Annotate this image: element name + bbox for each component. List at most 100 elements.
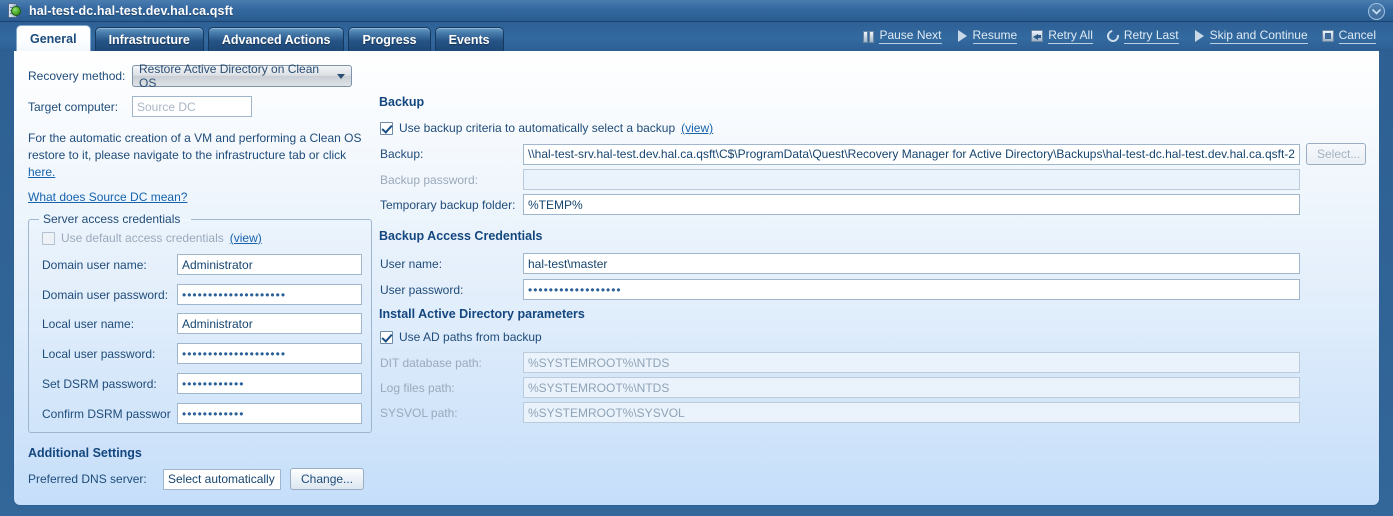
- play-icon: [1193, 30, 1205, 42]
- tab-events[interactable]: Events: [434, 27, 504, 52]
- temporary-backup-folder-row: Temporary backup folder:: [380, 194, 1300, 215]
- chevron-down-icon[interactable]: [1368, 3, 1385, 20]
- tab-list: General Infrastructure Advanced Actions …: [0, 22, 508, 52]
- skip-and-continue-label: Skip and Continue: [1209, 28, 1308, 44]
- pause-icon: [862, 30, 875, 43]
- log-files-path-row: Log files path:: [380, 377, 1300, 398]
- vm-info-text: For the automatic creation of a VM and p…: [28, 130, 373, 181]
- source-dc-help-link[interactable]: What does Source DC mean?: [28, 190, 187, 204]
- install-ad-parameters-heading: Install Active Directory parameters: [379, 307, 585, 321]
- target-computer-input[interactable]: [132, 96, 252, 117]
- retry-last-button[interactable]: Retry Last: [1100, 26, 1186, 46]
- local-user-password-label: Local user password:: [42, 346, 156, 361]
- domain-user-password-row: Domain user password: ••••••••••••••••••…: [42, 284, 362, 305]
- title-bar: hal-test-dc.hal-test.dev.hal.ca.qsft: [0, 0, 1393, 22]
- window-title: hal-test-dc.hal-test.dev.hal.ca.qsft: [29, 3, 234, 18]
- retry-last-icon: [1104, 27, 1122, 45]
- here-link[interactable]: here.: [28, 165, 55, 179]
- application-window: hal-test-dc.hal-test.dev.hal.ca.qsft Gen…: [0, 0, 1393, 516]
- play-icon: [956, 30, 968, 42]
- backup-user-name-input[interactable]: [523, 253, 1300, 274]
- recovery-method-row: Recovery method: Restore Active Director…: [28, 62, 352, 90]
- domain-user-name-label: Domain user name:: [42, 257, 147, 272]
- stop-icon: [1321, 30, 1334, 42]
- pause-next-label: Pause Next: [879, 28, 942, 44]
- additional-settings-heading: Additional Settings: [28, 446, 142, 460]
- backup-criteria-label: Use backup criteria to automatically sel…: [399, 121, 676, 135]
- use-default-credentials-view-link[interactable]: (view): [230, 231, 262, 245]
- set-dsrm-password-input[interactable]: ••••••••••••: [177, 373, 362, 394]
- use-default-credentials-checkbox[interactable]: [42, 231, 55, 245]
- sysvol-path-row: SYSVOL path:: [380, 402, 1300, 423]
- backup-user-password-row: User password: ••••••••••••••••••: [380, 279, 1300, 300]
- backup-criteria-checkbox-row[interactable]: Use backup criteria to automatically sel…: [380, 121, 713, 135]
- cancel-label: Cancel: [1338, 28, 1376, 44]
- tab-general[interactable]: General: [16, 25, 91, 52]
- tab-progress[interactable]: Progress: [348, 27, 431, 52]
- local-user-password-row: Local user password: •••••••••••••••••••…: [42, 343, 362, 364]
- backup-password-input[interactable]: [523, 169, 1300, 190]
- recovery-method-value: Restore Active Directory on Clean OS: [139, 62, 320, 90]
- domain-user-password-input[interactable]: ••••••••••••••••••••: [177, 284, 362, 305]
- temporary-backup-folder-label: Temporary backup folder:: [380, 197, 516, 212]
- temporary-backup-folder-input[interactable]: [523, 194, 1300, 215]
- backup-user-password-label: User password:: [380, 282, 464, 297]
- tab-advanced-actions[interactable]: Advanced Actions: [207, 27, 345, 52]
- use-ad-paths-checkbox-row[interactable]: Use AD paths from backup: [380, 330, 542, 344]
- backup-access-credentials-heading: Backup Access Credentials: [379, 229, 543, 243]
- backup-user-name-label: User name:: [380, 256, 443, 271]
- resume-button[interactable]: Resume: [949, 26, 1025, 46]
- log-files-path-label: Log files path:: [380, 380, 455, 395]
- tab-infrastructure[interactable]: Infrastructure: [94, 27, 204, 52]
- backup-criteria-checkbox[interactable]: [380, 121, 393, 135]
- resume-label: Resume: [972, 28, 1018, 44]
- backup-heading: Backup: [379, 95, 425, 109]
- confirm-dsrm-password-input[interactable]: ••••••••••••: [177, 403, 362, 424]
- domain-user-name-row: Domain user name:: [42, 254, 362, 275]
- chevron-down-icon: [337, 73, 345, 79]
- dit-database-path-input[interactable]: [523, 352, 1300, 373]
- domain-user-password-label: Domain user password:: [42, 287, 169, 302]
- sysvol-path-label: SYSVOL path:: [380, 405, 458, 420]
- local-user-name-row: Local user name:: [42, 313, 362, 334]
- set-dsrm-password-label: Set DSRM password:: [42, 376, 157, 391]
- confirm-dsrm-password-row: Confirm DSRM passwor ••••••••••••: [42, 403, 362, 424]
- pause-next-button[interactable]: Pause Next: [855, 26, 948, 46]
- retry-all-button[interactable]: Retry All: [1024, 26, 1100, 46]
- backup-path-row: Backup: Select...: [380, 143, 1366, 165]
- server-access-credentials-group: Server access credentials Use default ac…: [28, 212, 372, 433]
- target-computer-row: Target computer:: [28, 96, 252, 117]
- local-user-password-input[interactable]: ••••••••••••••••••••: [177, 343, 362, 364]
- backup-label: Backup:: [380, 147, 424, 161]
- local-user-name-input[interactable]: [177, 313, 362, 334]
- recovery-method-dropdown[interactable]: Restore Active Directory on Clean OS: [132, 62, 352, 90]
- use-default-credentials-label: Use default access credentials: [61, 231, 224, 245]
- server-globe-icon: [6, 2, 22, 19]
- target-computer-label: Target computer:: [28, 99, 119, 114]
- retry-all-label: Retry All: [1048, 28, 1093, 44]
- backup-user-password-input[interactable]: ••••••••••••••••••: [523, 279, 1300, 300]
- backup-password-label: Backup password:: [380, 172, 479, 187]
- backup-select-button[interactable]: Select...: [1306, 143, 1366, 165]
- preferred-dns-row: Preferred DNS server: Select automatical…: [28, 468, 365, 490]
- sysvol-path-input[interactable]: [523, 402, 1300, 423]
- domain-user-name-input[interactable]: [177, 254, 362, 275]
- use-default-credentials-checkbox-row[interactable]: Use default access credentials (view): [42, 231, 262, 245]
- skip-and-continue-button[interactable]: Skip and Continue: [1186, 26, 1315, 46]
- cancel-button[interactable]: Cancel: [1315, 26, 1383, 46]
- server-access-credentials-title: Server access credentials: [43, 212, 181, 226]
- set-dsrm-password-row: Set DSRM password: ••••••••••••: [42, 373, 362, 394]
- backup-path-input[interactable]: [523, 143, 1300, 165]
- log-files-path-input[interactable]: [523, 377, 1300, 398]
- preferred-dns-label: Preferred DNS server:: [28, 472, 147, 486]
- dit-database-path-label: DIT database path:: [380, 355, 482, 370]
- dit-database-path-row: DIT database path:: [380, 352, 1300, 373]
- change-dns-button[interactable]: Change...: [290, 468, 365, 490]
- backup-password-row: Backup password:: [380, 169, 1300, 190]
- preferred-dns-value[interactable]: Select automatically: [163, 468, 281, 490]
- vm-info-text-body: For the automatic creation of a VM and p…: [28, 131, 362, 162]
- use-ad-paths-checkbox[interactable]: [380, 330, 393, 344]
- local-user-name-label: Local user name:: [42, 316, 135, 331]
- retry-last-label: Retry Last: [1123, 28, 1179, 44]
- backup-criteria-view-link[interactable]: (view): [681, 121, 713, 135]
